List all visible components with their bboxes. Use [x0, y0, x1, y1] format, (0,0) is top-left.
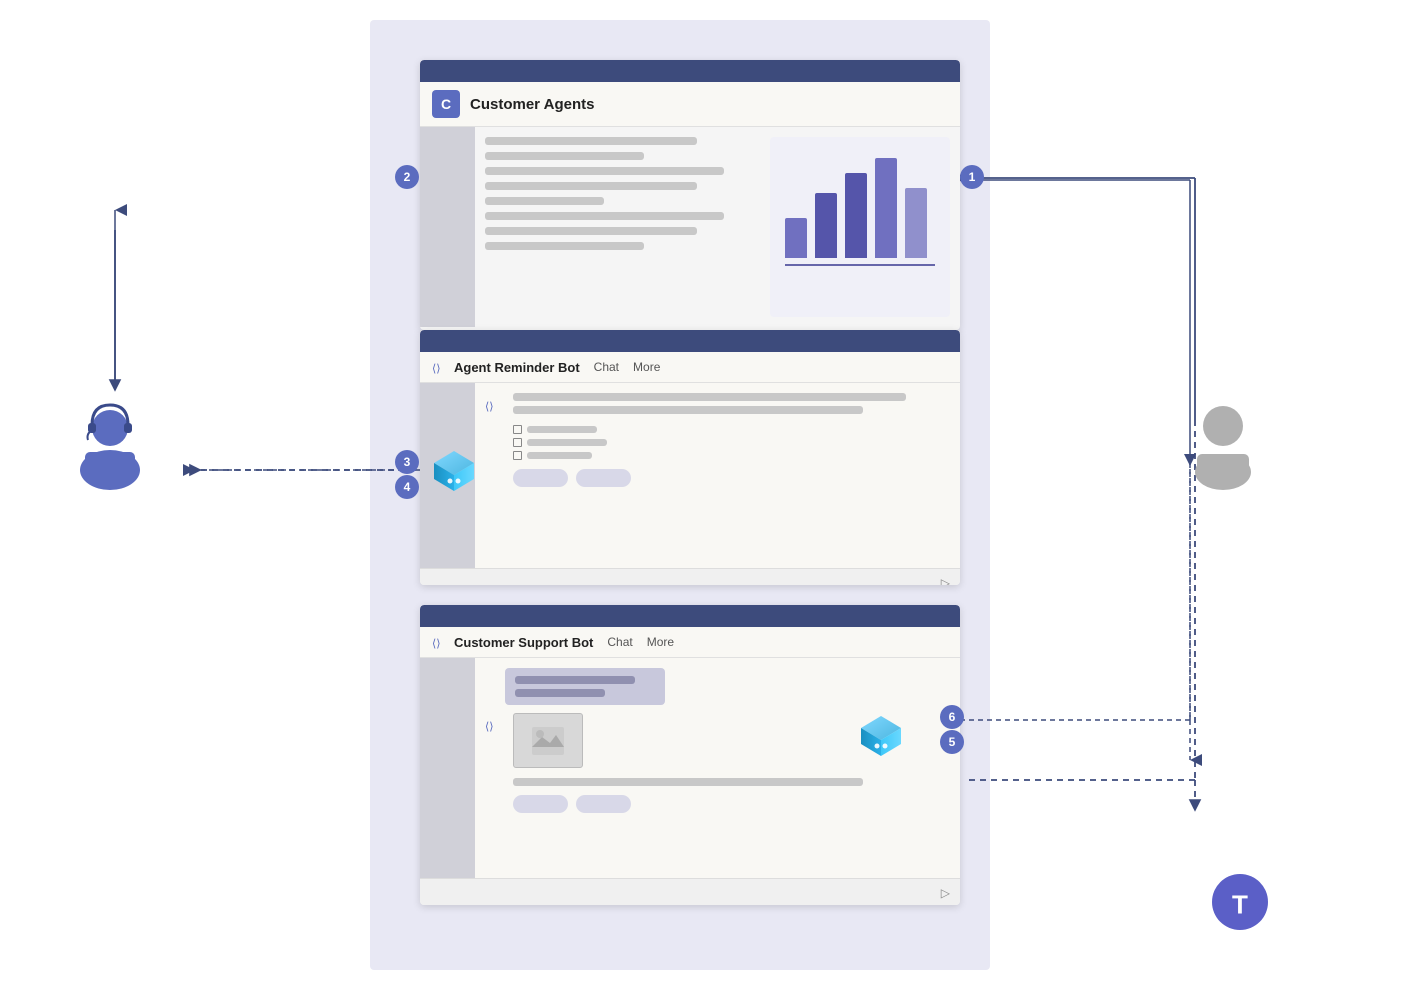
bot-avatar-3: ⟨⟩	[485, 715, 505, 735]
bot-nav-more-3: More	[647, 635, 674, 649]
checkbox-row	[513, 438, 950, 447]
window3-sidebar	[420, 658, 475, 878]
bot-name-2: Agent Reminder Bot	[454, 360, 580, 375]
bot-nav-3: Chat	[607, 635, 632, 649]
num-circle-4: 4	[395, 475, 419, 499]
chart-baseline	[785, 264, 935, 266]
checkbox-row	[513, 425, 950, 434]
window-titlebar-1	[420, 60, 960, 82]
window1-content	[420, 127, 960, 327]
line	[485, 167, 724, 175]
line	[527, 426, 597, 433]
num-circle-5: 5	[940, 730, 964, 754]
agent-cube-2	[855, 710, 907, 767]
num-circle-3: 3	[395, 450, 419, 474]
line	[485, 137, 697, 145]
chat-buttons-3	[513, 795, 950, 813]
checkbox	[513, 425, 522, 434]
svg-text:⟨⟩: ⟨⟩	[485, 721, 494, 733]
window3-chat-main: ⟨⟩	[475, 658, 960, 878]
line	[515, 689, 605, 697]
teams-icon: T	[1212, 874, 1268, 930]
send-icon-3: ▷	[941, 886, 950, 900]
bot-avatar-2: ⟨⟩	[485, 395, 505, 415]
checkbox	[513, 438, 522, 447]
chat-bubble-lines-2	[513, 393, 950, 487]
bar-1	[785, 218, 807, 258]
bar-4	[875, 158, 897, 258]
line	[485, 227, 697, 235]
chat-input-bar-2: ▷	[420, 568, 960, 585]
window3-chat-area: ⟨⟩	[420, 658, 960, 878]
line	[485, 197, 604, 205]
window-agent-reminder: ⟨⟩ Agent Reminder Bot Chat More ⟨⟩	[420, 330, 960, 585]
bot-code-icon: ⟨⟩	[432, 359, 448, 375]
app-header-1: C Customer Agents	[420, 82, 960, 127]
app-icon-c: C	[432, 90, 460, 118]
image-placeholder	[513, 713, 583, 768]
svg-text:⟨⟩: ⟨⟩	[485, 401, 494, 413]
bars-container	[785, 152, 935, 262]
line	[513, 393, 906, 401]
chat-buttons-2	[513, 469, 950, 487]
bot-nav-more-2: More	[633, 360, 660, 374]
send-icon-2: ▷	[941, 576, 950, 586]
line	[513, 406, 863, 414]
num-circle-6: 6	[940, 705, 964, 729]
checkbox-row	[513, 451, 950, 460]
incoming-bubble	[505, 668, 665, 705]
num-circle-2: 2	[395, 165, 419, 189]
line	[485, 152, 644, 160]
window1-lines	[475, 127, 760, 327]
checkbox	[513, 451, 522, 460]
window-customer-agents: C Customer Agents	[420, 60, 960, 330]
bot-header-2: ⟨⟩ Agent Reminder Bot Chat More	[420, 352, 960, 383]
line	[485, 212, 724, 220]
line	[527, 452, 592, 459]
svg-text:⟨⟩: ⟨⟩	[432, 638, 441, 650]
window2-chat-area: ⟨⟩	[420, 383, 960, 568]
chat-input-bar-3: ▷	[420, 878, 960, 905]
bot-nav-2: Chat	[594, 360, 619, 374]
line	[485, 182, 697, 190]
bar-3	[845, 173, 867, 258]
bar-5	[905, 188, 927, 258]
window-titlebar-2	[420, 330, 960, 352]
svg-text:T: T	[1232, 889, 1248, 919]
line	[485, 242, 644, 250]
line	[513, 778, 863, 786]
app-title-1: Customer Agents	[470, 96, 594, 113]
bot-code-icon-3: ⟨⟩	[432, 634, 448, 650]
bot-header-3: ⟨⟩ Customer Support Bot Chat More	[420, 627, 960, 658]
diagram-wrapper: C Customer Agents	[0, 0, 1428, 990]
chat-btn-1	[513, 469, 568, 487]
agent-person	[60, 390, 160, 495]
chat-btn-3	[513, 795, 568, 813]
window-titlebar-3	[420, 605, 960, 627]
checkbox-group	[513, 425, 950, 460]
chat-btn-2	[576, 469, 631, 487]
bot-name-3: Customer Support Bot	[454, 635, 593, 650]
chat-message-2: ⟨⟩	[485, 393, 950, 487]
chat-btn-4	[576, 795, 631, 813]
window1-sidebar	[420, 127, 475, 327]
window2-chat-main: ⟨⟩	[475, 383, 960, 568]
agent-cube-1	[428, 445, 480, 502]
customer-person	[1173, 390, 1273, 495]
svg-text:⟨⟩: ⟨⟩	[432, 363, 441, 375]
line	[515, 676, 635, 684]
bar-2	[815, 193, 837, 258]
bar-chart	[770, 137, 950, 317]
line	[527, 439, 607, 446]
num-circle-1: 1	[960, 165, 984, 189]
